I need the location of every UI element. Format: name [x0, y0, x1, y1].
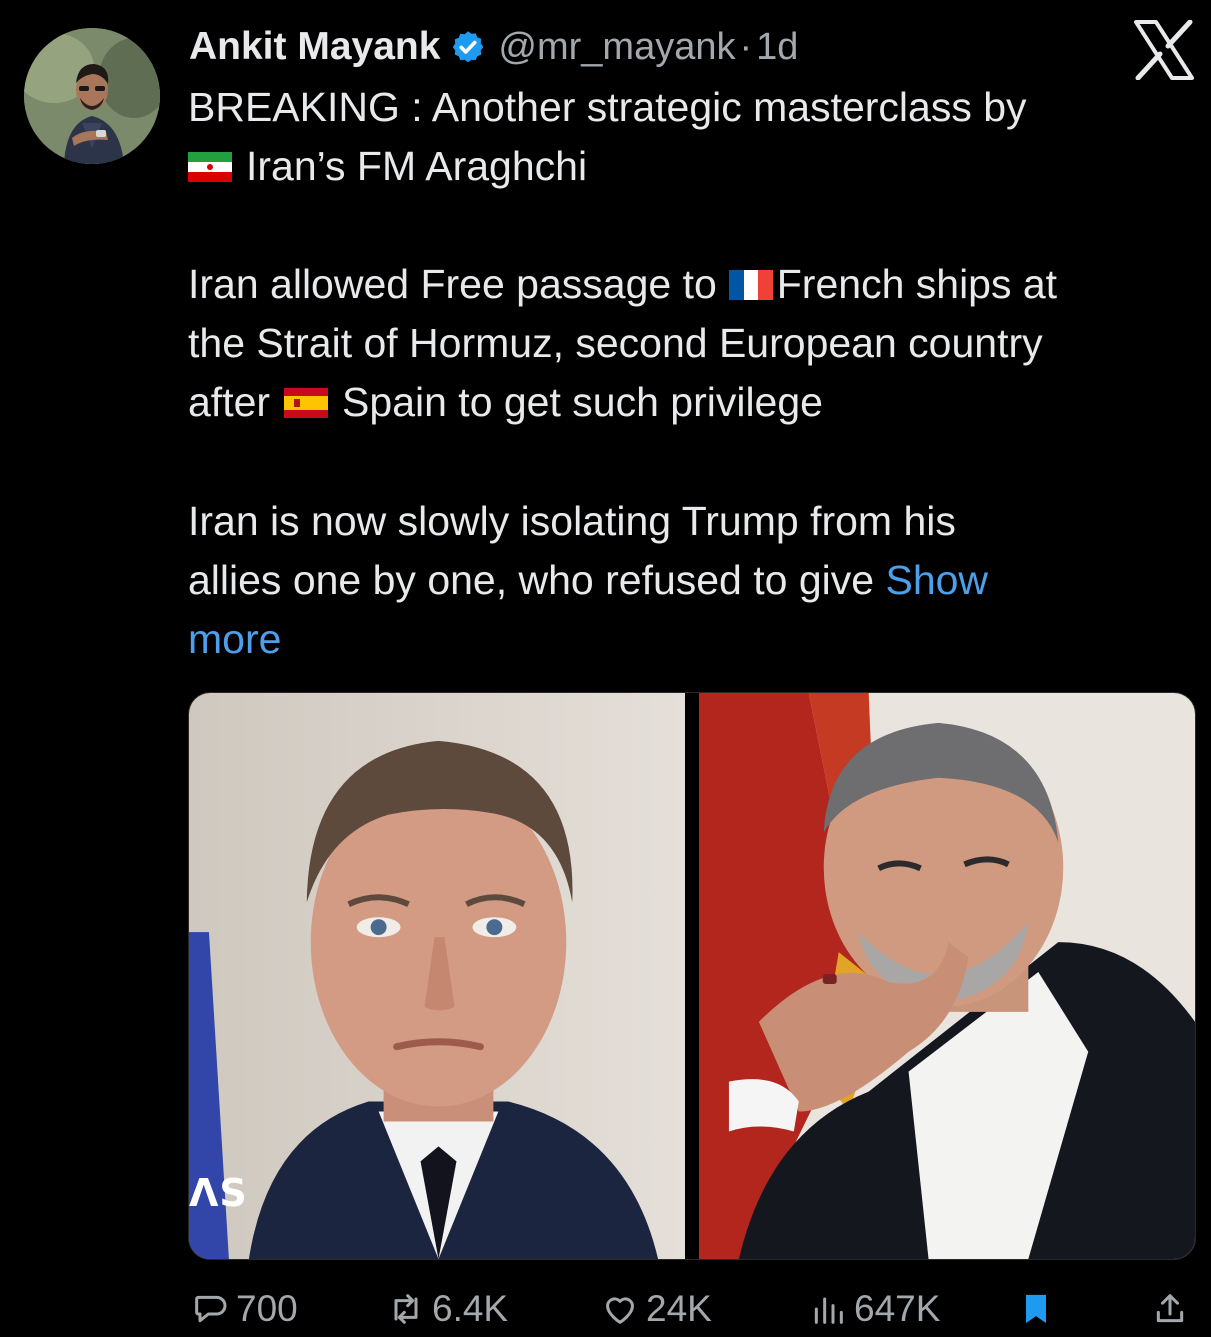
text-line-5-post: Spain to get such privilege — [342, 379, 823, 425]
text-line-3-pre: Iran allowed Free passage to — [188, 261, 717, 307]
repost-count: 6.4K — [432, 1288, 509, 1329]
avatar-image — [24, 28, 160, 164]
share-button[interactable] — [1150, 1286, 1196, 1332]
iran-flag-icon — [188, 151, 232, 182]
text-line-2: Iran’s FM Araghchi — [246, 143, 588, 189]
timestamp[interactable]: 1d — [756, 26, 798, 69]
author-name[interactable]: Ankit Mayank — [189, 25, 440, 69]
text-line-1: BREAKING : Another strategic masterclass… — [188, 84, 1027, 130]
views-count: 647K — [854, 1288, 941, 1329]
media-watermark: ɅS — [189, 1171, 248, 1215]
tweet-text: BREAKING : Another strategic masterclass… — [188, 78, 1188, 196]
repost-button[interactable]: 6.4K — [386, 1286, 508, 1332]
avatar[interactable] — [24, 28, 160, 164]
tweet-text-paragraph-2: Iran allowed Free passage to French ship… — [188, 255, 1188, 432]
photo-smiling-man — [699, 693, 1195, 1259]
text-line: Iran allowed Free passage to French ship… — [188, 255, 1188, 314]
show-more-link[interactable]: Show — [885, 551, 988, 610]
text-line-5-pre: after — [188, 379, 271, 425]
text-line: Iran is now slowly isolating Trump from … — [188, 492, 1188, 551]
like-button[interactable]: 24K — [600, 1286, 712, 1332]
tweet-media[interactable]: ɅS — [188, 692, 1196, 1260]
text-line: the Strait of Hormuz, second European co… — [188, 314, 1188, 373]
text-line: more — [188, 610, 1188, 669]
reply-button[interactable]: 700 — [190, 1286, 298, 1332]
bookmark-icon — [1026, 1294, 1046, 1324]
tweet-actions: 700 6.4K 24K 647K — [190, 1286, 1200, 1336]
author-handle[interactable]: @mr_mayank — [498, 26, 735, 69]
views-chart-icon — [814, 1297, 843, 1324]
media-photo-left[interactable]: ɅS — [189, 693, 685, 1259]
photo-man-portrait — [189, 693, 685, 1259]
tweet-header: Ankit Mayank @mr_mayank · 1d — [189, 22, 798, 72]
separator-dot: · — [739, 25, 753, 68]
spain-flag-icon — [284, 387, 329, 418]
text-line: Iran’s FM Araghchi — [188, 137, 1188, 196]
like-count: 24K — [646, 1288, 712, 1329]
text-line-3-post: French ships at — [776, 261, 1058, 307]
text-line-7: allies one by one, who refused to give — [188, 557, 875, 603]
text-line: after Spain to get such privilege — [188, 373, 1188, 432]
views-button[interactable]: 647K — [808, 1286, 940, 1332]
media-photo-right[interactable] — [699, 693, 1195, 1259]
tweet-text-paragraph-3: Iran is now slowly isolating Trump from … — [188, 492, 1188, 669]
verified-badge-icon — [450, 29, 486, 65]
text-line: BREAKING : Another strategic masterclass… — [188, 78, 1188, 137]
show-more-link-continued[interactable]: more — [188, 610, 281, 669]
repost-icon — [394, 1294, 418, 1324]
x-logo-icon[interactable] — [1132, 19, 1196, 81]
reply-icon — [195, 1295, 227, 1323]
heart-icon — [606, 1297, 634, 1324]
tweet-card[interactable]: Ankit Mayank @mr_mayank · 1d BREAKING : … — [0, 0, 1211, 1337]
bookmark-button[interactable] — [1016, 1286, 1062, 1332]
france-flag-icon — [728, 269, 773, 300]
text-line: allies one by one, who refused to give S… — [188, 551, 1188, 610]
share-icon — [1156, 1294, 1184, 1323]
text-line-6: Iran is now slowly isolating Trump from … — [188, 498, 956, 544]
reply-count: 700 — [236, 1288, 298, 1329]
text-line-4: the Strait of Hormuz, second European co… — [188, 320, 1043, 366]
